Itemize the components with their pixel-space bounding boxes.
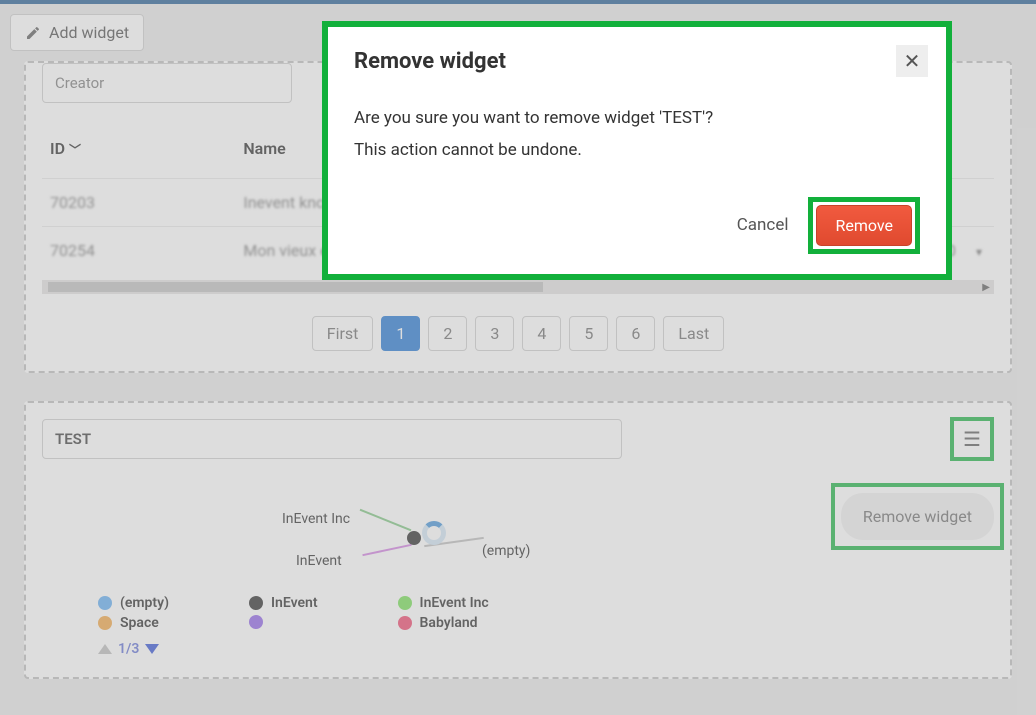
modal-message: Are you sure you want to remove widget '… bbox=[354, 102, 920, 167]
horizontal-scrollbar[interactable]: ▶ bbox=[42, 280, 994, 294]
legend-dot-icon bbox=[398, 616, 412, 630]
legend-item[interactable]: Babyland bbox=[398, 615, 489, 631]
page-5[interactable]: 5 bbox=[569, 316, 608, 351]
caret-down-icon[interactable]: ▾ bbox=[972, 241, 986, 263]
page-4[interactable]: 4 bbox=[522, 316, 561, 351]
page-6[interactable]: 6 bbox=[616, 316, 655, 351]
triangle-down-icon[interactable] bbox=[145, 644, 159, 654]
graph-center-node bbox=[407, 531, 421, 545]
edit-icon bbox=[25, 25, 41, 41]
widget-panel-test: ☰ Remove widget InEvent Inc InEvent (emp… bbox=[24, 401, 1012, 679]
loading-spinner-icon bbox=[422, 521, 446, 545]
legend: (empty) Space InEvent InEvent Inc Babyla… bbox=[62, 595, 974, 631]
node-label: InEvent bbox=[296, 553, 342, 569]
pagination: First 1 2 3 4 5 6 Last bbox=[42, 316, 994, 351]
node-label: (empty) bbox=[482, 543, 530, 559]
remove-button[interactable]: Remove bbox=[816, 205, 912, 246]
remove-widget-modal: Remove widget ✕ Are you sure you want to… bbox=[322, 21, 952, 280]
legend-item[interactable]: InEvent Inc bbox=[398, 595, 489, 611]
legend-dot-icon bbox=[98, 596, 112, 610]
creator-input[interactable] bbox=[42, 63, 292, 103]
legend-pager: 1/3 bbox=[62, 641, 974, 657]
page-first[interactable]: First bbox=[312, 316, 374, 351]
graph-edge bbox=[362, 544, 411, 556]
add-widget-button[interactable]: Add widget bbox=[10, 14, 144, 51]
legend-dot-icon bbox=[398, 596, 412, 610]
chevron-down-icon: ﹀ bbox=[69, 143, 81, 157]
page-last[interactable]: Last bbox=[663, 316, 724, 351]
add-widget-label: Add widget bbox=[49, 23, 129, 42]
node-label: InEvent Inc bbox=[282, 511, 350, 527]
legend-item[interactable]: InEvent bbox=[249, 595, 318, 611]
page-3[interactable]: 3 bbox=[475, 316, 514, 351]
widget-menu-button[interactable]: ☰ bbox=[957, 424, 987, 454]
close-icon: ✕ bbox=[904, 49, 921, 73]
chart-area: InEvent Inc InEvent (empty) (empty) Spac… bbox=[42, 511, 994, 657]
legend-item[interactable]: (empty) bbox=[98, 595, 169, 611]
graph-edge bbox=[360, 509, 412, 531]
widget-title-input[interactable] bbox=[42, 419, 622, 459]
legend-item[interactable] bbox=[249, 615, 318, 629]
legend-item[interactable]: Space bbox=[98, 615, 169, 631]
hamburger-icon: ☰ bbox=[963, 427, 981, 451]
page-1[interactable]: 1 bbox=[381, 316, 420, 351]
page-2[interactable]: 2 bbox=[428, 316, 467, 351]
cancel-button[interactable]: Cancel bbox=[737, 215, 789, 235]
legend-dot-icon bbox=[249, 615, 263, 629]
legend-page-indicator: 1/3 bbox=[118, 641, 139, 657]
scroll-thumb[interactable] bbox=[48, 282, 543, 292]
triangle-up-icon[interactable] bbox=[98, 644, 112, 654]
scroll-right-icon[interactable]: ▶ bbox=[982, 282, 990, 293]
close-button[interactable]: ✕ bbox=[896, 45, 928, 77]
column-id[interactable]: ID﹀ bbox=[42, 127, 235, 179]
legend-dot-icon bbox=[249, 596, 263, 610]
modal-title: Remove widget bbox=[354, 49, 920, 74]
legend-dot-icon bbox=[98, 616, 112, 630]
